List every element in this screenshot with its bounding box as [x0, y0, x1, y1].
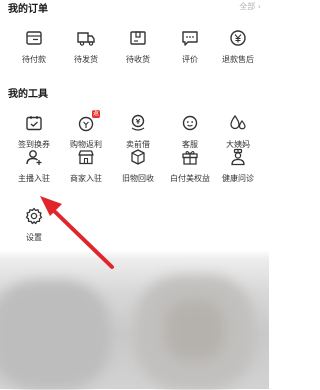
red-pointer-arrow	[40, 196, 269, 389]
